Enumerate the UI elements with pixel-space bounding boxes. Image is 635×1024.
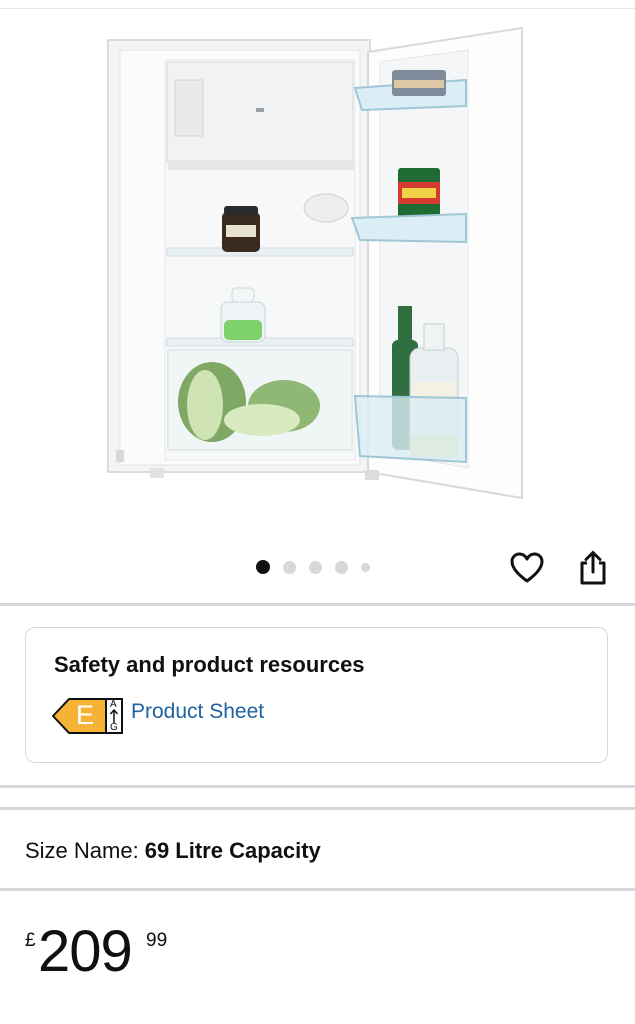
heart-icon	[510, 552, 544, 583]
image-carousel-dots[interactable]	[256, 559, 383, 575]
share-button[interactable]	[573, 548, 613, 588]
product-sheet-link[interactable]: Product Sheet	[131, 700, 264, 724]
carousel-dot-4[interactable]	[335, 560, 348, 574]
safety-resources-card: Safety and product resources E A G Produ…	[25, 627, 608, 763]
card-title: Safety and product resources	[54, 652, 365, 677]
price-fraction: 99	[146, 930, 168, 951]
energy-class-letter: E	[76, 700, 95, 730]
section-divider	[0, 785, 635, 788]
share-icon	[580, 551, 606, 585]
size-selector[interactable]: Size Name: 69 Litre Capacity	[25, 838, 321, 864]
carousel-dot-1[interactable]	[256, 560, 270, 574]
carousel-dot-5[interactable]	[361, 562, 370, 572]
size-value: 69 Litre Capacity	[144, 838, 321, 863]
energy-scale-bottom: G	[110, 722, 118, 733]
price-whole: 209	[38, 919, 133, 984]
energy-label-badge[interactable]: E A G	[52, 697, 124, 735]
carousel-dot-2[interactable]	[283, 560, 296, 574]
product-image[interactable]	[0, 10, 635, 545]
size-label: Size Name:	[25, 838, 139, 863]
section-divider	[0, 603, 635, 606]
carousel-dot-3[interactable]	[309, 560, 322, 574]
add-to-list-button[interactable]	[507, 548, 547, 588]
section-divider	[0, 888, 635, 891]
energy-scale-top: A	[110, 699, 117, 710]
price-currency: £	[25, 930, 36, 951]
top-divider	[0, 8, 635, 9]
section-divider	[0, 807, 635, 810]
fridge-illustration	[107, 26, 523, 500]
